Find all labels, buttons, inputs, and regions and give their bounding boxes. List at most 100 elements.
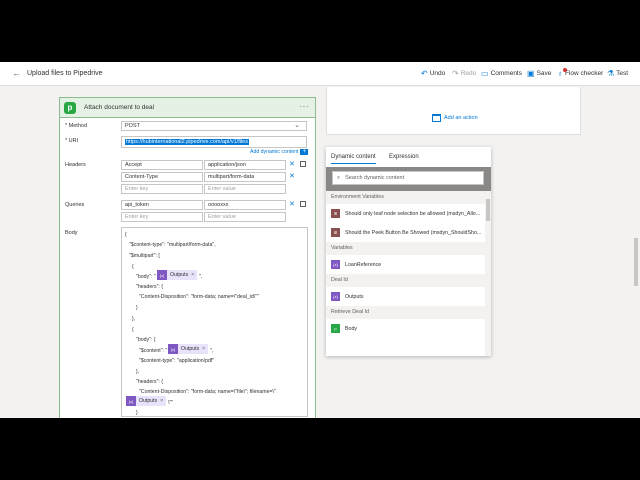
switch-to-text-icon[interactable] [300, 201, 306, 207]
switch-to-text-icon[interactable] [300, 161, 306, 167]
body-line: }, [132, 316, 136, 322]
action-title: Attach document to deal [84, 104, 155, 111]
delete-row-icon[interactable]: ✕ [289, 201, 295, 208]
environment-variable-icon: ⊞ [331, 228, 340, 237]
header-value-input[interactable]: multipart/form-data [204, 172, 286, 182]
body-line: }, [136, 369, 140, 375]
outputs-token[interactable]: {x} Outputs × [157, 270, 198, 280]
delete-row-icon[interactable]: ✕ [289, 161, 295, 168]
search-icon: ⌕ [337, 174, 341, 181]
flow-checker-button[interactable]: ♁ Flow checker [557, 68, 603, 78]
save-icon: ▣ [527, 69, 535, 78]
query-key-input[interactable]: Enter key [121, 212, 203, 222]
token-label: Outputs [181, 346, 200, 352]
close-icon[interactable]: × [202, 346, 205, 352]
undo-label: Undo [429, 70, 446, 77]
list-item[interactable]: {x} LoanReference [326, 255, 485, 274]
method-value: POST [125, 123, 140, 129]
item-label: LoanReference [345, 261, 382, 268]
variable-icon: {x} [168, 344, 178, 354]
more-options-icon[interactable]: ··· [300, 102, 310, 111]
flow-designer: ← Upload files to Pipedrive ↶ Undo ↷ Red… [0, 62, 640, 418]
item-label: Should only leaf node selection be allow… [345, 210, 481, 217]
body-line: { [125, 232, 127, 238]
add-dynamic-content-link[interactable]: Add dynamic content + [250, 149, 309, 155]
body-line: "Content-Disposition": "form-data; name=… [139, 389, 276, 395]
body-editor[interactable]: { "$content-type": "multipart/form-data"… [121, 227, 308, 417]
tab-dynamic-content[interactable]: Dynamic content [331, 154, 376, 164]
environment-variable-icon: ⊞ [331, 209, 340, 218]
add-action-button[interactable]: Add an action [432, 114, 478, 122]
body-line: \"" [168, 400, 174, 406]
method-select[interactable]: POST ⌄ [121, 121, 307, 131]
delete-row-icon[interactable]: ✕ [289, 173, 295, 180]
pipedrive-icon: p [64, 101, 76, 114]
body-line: "headers": { [136, 379, 164, 385]
list-item[interactable]: ⊞ Should the Peek Button Be Showed (msdy… [326, 223, 485, 242]
test-button[interactable]: ⚗ Test [607, 70, 628, 78]
body-label: Body [65, 230, 78, 236]
back-arrow-icon[interactable]: ← [12, 69, 21, 78]
query-key-input[interactable]: api_token [121, 200, 203, 210]
body-line: "body": " [136, 274, 156, 280]
search-placeholder: Search dynamic content [345, 175, 405, 181]
method-label: * Method [65, 123, 88, 129]
undo-button[interactable]: ↶ Undo [421, 70, 446, 78]
uri-input[interactable]: https://hubinternational2.pipedrive.com/… [121, 136, 307, 148]
list-item[interactable]: ⊞ Should only leaf node selection be all… [326, 204, 485, 223]
variable-icon: {x} [331, 260, 340, 269]
comments-button[interactable]: ▭ Comments [481, 70, 522, 78]
tab-expression[interactable]: Expression [389, 154, 419, 160]
page-scrollbar[interactable] [632, 86, 640, 418]
header-key-input[interactable]: Content-Type [121, 172, 203, 182]
parallel-branch-card: Add an action [326, 87, 581, 135]
redo-label: Redo [460, 70, 477, 77]
item-label: Outputs [345, 293, 364, 300]
scrollbar-thumb[interactable] [486, 199, 490, 221]
query-value-input[interactable]: ooooxxx [204, 200, 286, 210]
variable-icon: {x} [331, 292, 340, 301]
token-label: Outputs [139, 398, 158, 404]
add-dynamic-plus-icon: + [300, 149, 309, 155]
pipedrive-icon: p [331, 324, 340, 333]
flow-title: Upload files to Pipedrive [27, 70, 103, 77]
panel-tabs: Dynamic content Expression [326, 147, 491, 167]
variable-icon: {x} [157, 270, 167, 280]
outputs-token[interactable]: {x} Outputs × [168, 344, 209, 354]
close-icon[interactable]: × [191, 272, 194, 278]
body-line: ", [199, 274, 203, 280]
list-item[interactable]: {x} Outputs [326, 287, 485, 306]
item-label: Body [345, 325, 358, 332]
body-line: { [132, 264, 134, 270]
body-line: "$multipart": [ [129, 253, 160, 259]
list-item[interactable]: p Body [326, 319, 485, 338]
dynamic-content-list: Environment Variables ⊞ Should only leaf… [326, 191, 485, 356]
header-value-input[interactable]: application/json [204, 160, 286, 170]
close-icon[interactable]: × [160, 398, 163, 404]
body-line: } [136, 410, 138, 416]
body-line: "$content-type": "application/pdf" [139, 358, 215, 364]
header-key-input[interactable]: Accept [121, 160, 203, 170]
dynamic-content-panel: Dynamic content Expression ⌕ Search dyna… [326, 147, 491, 356]
add-action-label: Add an action [444, 115, 478, 121]
panel-scrollbar[interactable] [485, 191, 491, 356]
header-value-input[interactable]: Enter value [204, 184, 286, 194]
body-line: "$content": " [139, 348, 168, 354]
redo-icon: ↷ [452, 69, 459, 78]
save-button[interactable]: ▣ Save [527, 69, 552, 78]
action-header[interactable]: p Attach document to deal ··· [60, 98, 315, 118]
header-key-input[interactable]: Enter key [121, 184, 203, 194]
query-value-input[interactable]: Enter value [204, 212, 286, 222]
item-label: Should the Peek Button Be Showed (msdyn_… [345, 229, 482, 236]
error-badge [563, 68, 567, 72]
body-line: "Content-Disposition": "form-data; name=… [139, 294, 259, 300]
stethoscope-icon: ♁ [557, 68, 567, 78]
scrollbar-thumb[interactable] [634, 238, 638, 286]
outputs-token[interactable]: {x} Outputs × [126, 396, 167, 406]
queries-label: Queries [65, 202, 85, 208]
save-label: Save [536, 70, 552, 77]
search-input[interactable]: ⌕ Search dynamic content [332, 171, 484, 185]
command-bar: ← Upload files to Pipedrive ↶ Undo ↷ Red… [0, 62, 640, 86]
section-header: Deal Id [326, 274, 485, 287]
redo-button[interactable]: ↷ Redo [452, 69, 477, 78]
